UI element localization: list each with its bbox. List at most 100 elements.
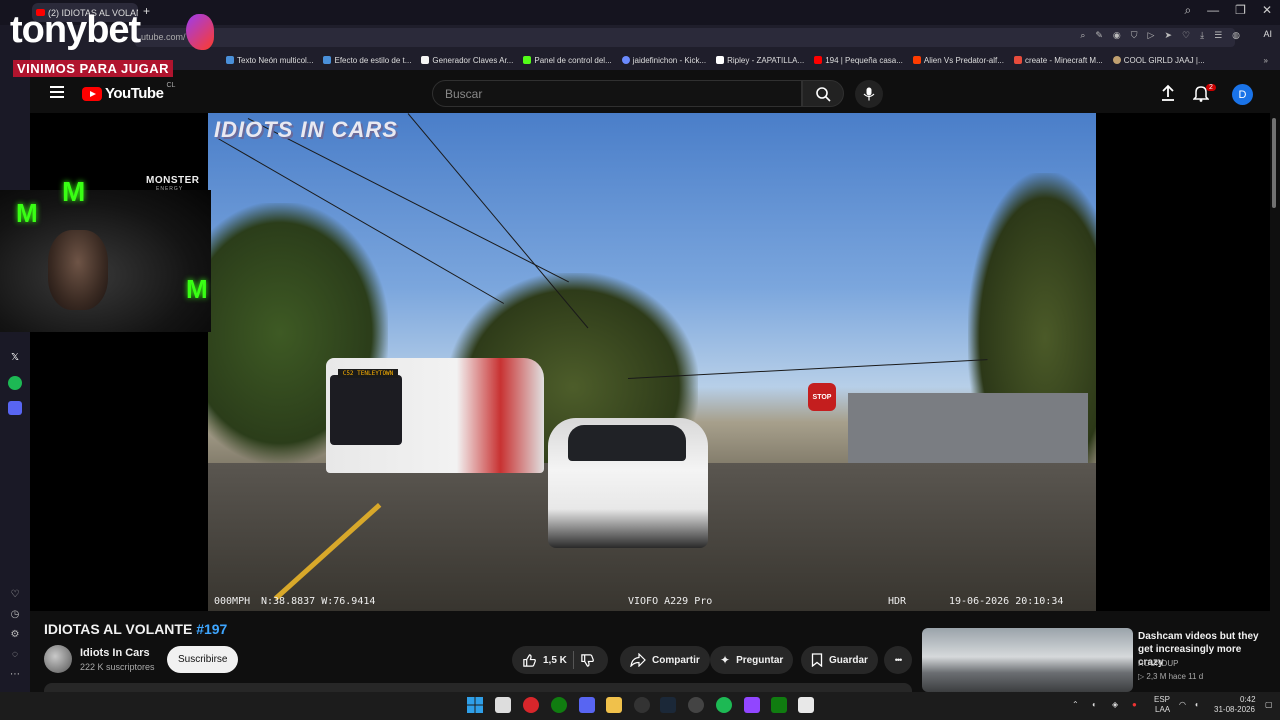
player-letterbox-right [1096, 113, 1270, 611]
profile-icon[interactable]: ◍ [1232, 30, 1240, 41]
scene-car-window [568, 425, 686, 461]
recommended-video-channel[interactable]: ROUNDUP [1138, 659, 1178, 668]
camera-icon[interactable]: ◉ [1113, 30, 1121, 41]
dislike-thumb-icon[interactable] [580, 653, 595, 668]
channel-avatar[interactable] [44, 645, 72, 673]
x-twitter-icon[interactable]: 𝕏 [8, 350, 22, 364]
bookmark-favicon-icon [1112, 56, 1121, 64]
clock-time[interactable]: 0:42 [1240, 695, 1256, 704]
minimize-icon[interactable]: — [1207, 3, 1219, 18]
channel-name[interactable]: Idiots In Cars [80, 647, 150, 659]
opera-gx-icon[interactable] [523, 697, 539, 713]
clock-date[interactable]: 31-08-2026 [1214, 705, 1255, 714]
upload-icon[interactable] [1160, 84, 1176, 102]
bookmark[interactable]: Efecto de estilo de t... [323, 56, 411, 65]
hud-hdr: HDR [888, 596, 907, 607]
heart-sidebar-icon[interactable]: ♡ [8, 587, 22, 601]
voice-search-button[interactable] [855, 80, 883, 108]
page-scrollbar[interactable] [1272, 118, 1276, 208]
hud-coordinates: N:38.8837 W:76.9414 [261, 596, 376, 607]
app-icon[interactable] [798, 697, 814, 713]
url-field[interactable]: utube.com/ [135, 28, 1235, 47]
play-icon[interactable]: ▷ [1148, 30, 1155, 41]
bookmark[interactable]: Alien Vs Predator-alf... [912, 56, 1004, 65]
bookmark-label: jaidefinichon - Kick... [632, 55, 707, 65]
ai-button[interactable]: AI [1263, 29, 1272, 39]
youtube-logo[interactable]: YouTube CL [82, 82, 175, 102]
lightbulb-icon[interactable]: ◌ [8, 647, 22, 661]
obs-icon[interactable] [634, 697, 650, 713]
notification-center-icon[interactable]: ▢ [1265, 700, 1273, 709]
download-icon[interactable]: ⤓ [1200, 30, 1204, 41]
kick-icon [523, 56, 532, 64]
browser-search-icon[interactable]: ⌕ [1184, 3, 1191, 18]
bookmark-favicon-icon [912, 56, 921, 64]
ask-label: Preguntar [736, 654, 784, 666]
search-input[interactable]: Buscar [432, 80, 802, 107]
bookmark[interactable]: Texto Neón multicol... [226, 56, 313, 65]
bookmark[interactable]: create - Minecraft M... [1013, 56, 1103, 65]
account-avatar[interactable]: D [1232, 84, 1253, 105]
discord-icon[interactable] [579, 697, 595, 713]
recommended-video-thumbnail[interactable] [922, 628, 1133, 692]
save-button[interactable]: Guardar [801, 646, 878, 674]
app-icon[interactable] [744, 697, 760, 713]
more-actions-button[interactable]: ••• [884, 646, 912, 674]
spotify-icon[interactable] [8, 376, 22, 390]
video-hashtag[interactable]: #197 [196, 621, 227, 637]
doc-icon [421, 56, 430, 64]
edit-icon[interactable]: ✎ [1095, 30, 1103, 41]
hamburger-menu-icon[interactable] [50, 86, 64, 98]
youtube-favicon-icon [814, 56, 823, 64]
ask-button[interactable]: ✦ Preguntar [710, 646, 794, 674]
volume-icon[interactable]: ◖ [1194, 700, 1199, 709]
xbox-icon[interactable] [551, 697, 567, 713]
shield-icon[interactable]: ⛉ [1131, 30, 1138, 41]
video-player[interactable]: C52 TENLEYTOWN STOP IDIOTS IN CARS 000MP… [208, 113, 1096, 611]
heart-icon[interactable]: ♡ [1182, 30, 1190, 41]
bookmark-label: COOL GIRLD JAAJ |... [1123, 55, 1205, 65]
task-view-icon[interactable] [495, 697, 511, 713]
bookmark-label: Generador Claves Ar... [432, 55, 514, 65]
bus-destination-sign: C52 TENLEYTOWN [338, 369, 398, 378]
windows-start-icon[interactable] [467, 697, 483, 713]
app-shortcut-icon[interactable] [8, 401, 22, 415]
bookmark[interactable]: 194 | Pequeña casa... [814, 56, 903, 65]
bookmark[interactable]: Panel de control del... [523, 56, 612, 65]
xbox-game-bar-icon[interactable] [771, 697, 787, 713]
bookmarks-more-icon[interactable]: » [1264, 56, 1268, 65]
tray-app-icon[interactable]: ◐ [1092, 700, 1097, 709]
restore-icon[interactable]: ❐ [1235, 3, 1246, 18]
new-tab-button[interactable]: + [143, 4, 150, 18]
bookmark[interactable]: Generador Claves Ar... [421, 56, 513, 65]
more-dots-icon: ••• [894, 655, 903, 665]
send-icon[interactable]: ➤ [1164, 30, 1172, 41]
file-explorer-icon[interactable] [606, 697, 622, 713]
tray-expand-icon[interactable]: ⌃ [1072, 700, 1079, 709]
like-thumb-icon[interactable] [522, 653, 537, 668]
wifi-icon[interactable]: ◠ [1179, 700, 1186, 709]
spotify-taskbar-icon[interactable] [716, 697, 732, 713]
tray-mic-icon[interactable]: ● [1132, 700, 1137, 709]
language-indicator[interactable]: ESP [1154, 695, 1170, 704]
app-icon[interactable] [688, 697, 704, 713]
search-button[interactable] [802, 80, 844, 107]
settings-gear-icon[interactable]: ⚙ [8, 627, 22, 641]
share-label: Compartir [652, 654, 700, 666]
language-layout[interactable]: LAA [1155, 705, 1170, 714]
sidebar-more-icon[interactable]: ⋯ [8, 667, 22, 681]
bookmark[interactable]: jaidefinichon - Kick... [621, 55, 707, 65]
history-clock-icon[interactable]: ◷ [8, 607, 22, 621]
tray-steam-icon[interactable]: ◈ [1112, 700, 1118, 709]
bookmark[interactable]: Ripley - ZAPATILLA... [716, 56, 804, 65]
hud-speed: 000MPH [214, 596, 251, 607]
like-count[interactable]: 1,5 K [543, 655, 567, 666]
share-button[interactable]: Compartir [620, 646, 710, 674]
subscribe-button[interactable]: Suscribirse [167, 646, 238, 673]
steam-icon[interactable] [660, 697, 676, 713]
close-icon[interactable]: ✕ [1262, 3, 1272, 18]
monster-subtext: ENERGY [156, 186, 184, 192]
menu-lines-icon[interactable]: ☰ [1214, 30, 1222, 41]
bookmark[interactable]: COOL GIRLD JAAJ |... [1112, 55, 1205, 65]
zoom-icon[interactable]: ⌕ [1080, 30, 1085, 41]
